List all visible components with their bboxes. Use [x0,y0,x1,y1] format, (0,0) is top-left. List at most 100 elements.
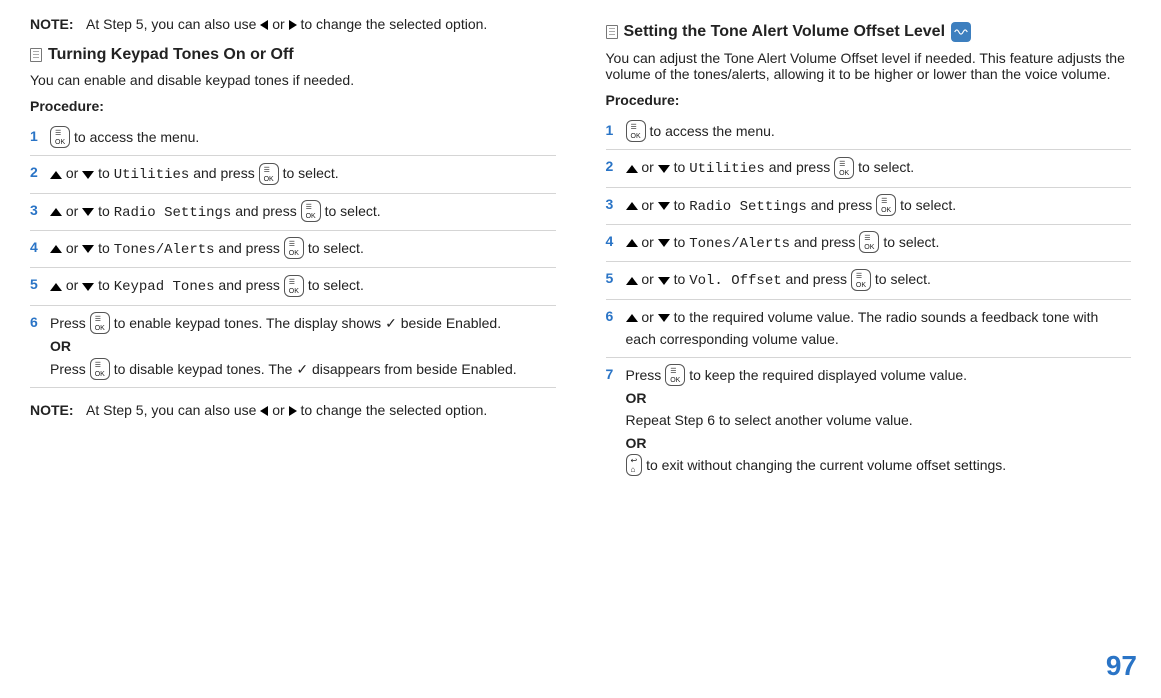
section-title-text: Turning Keypad Tones On or Off [48,46,294,64]
menu-name: Tones/Alerts [114,242,215,258]
step-row: 2 or to Utilities and press to select. [606,150,1132,187]
step-number: 1 [30,126,50,144]
intro-text: You can adjust the Tone Alert Volume Off… [606,50,1132,82]
note-fragment: to change the selected option. [300,402,487,418]
menu-name: Vol. Offset [689,273,781,289]
step-number: 6 [606,306,626,324]
menu-name: Radio Settings [689,199,807,215]
note-text: At Step 5, you can also use or to change… [86,402,556,418]
text-fragment: to access the menu. [650,123,775,139]
text-fragment: to select. [308,240,364,256]
step-row: 5 or to Keypad Tones and press to select… [30,268,556,305]
ok-button-icon [259,163,279,185]
text-fragment: and press [769,159,834,175]
up-arrow-icon [626,277,638,285]
procedure-label: Procedure: [30,98,556,114]
note-text: At Step 5, you can also use or to change… [86,16,556,32]
text-fragment: to [98,165,114,181]
ok-button-icon [834,157,854,179]
text-fragment: to select. [883,234,939,250]
text-fragment: or [66,203,82,219]
step-text: or to the required volume value. The rad… [626,306,1132,351]
step-number: 1 [606,120,626,138]
text-fragment: or [66,277,82,293]
text-fragment: or [641,234,657,250]
step-text: or to Vol. Offset and press to select. [626,268,1132,292]
up-arrow-icon [626,165,638,173]
down-arrow-icon [658,314,670,322]
step-number: 3 [606,194,626,212]
step-number: 2 [30,162,50,180]
text-fragment: beside Enabled. [401,315,501,331]
text-fragment: to [674,271,690,287]
right-arrow-icon [289,20,297,30]
text-fragment: to [674,197,690,213]
ok-button-icon [626,120,646,142]
up-arrow-icon [50,171,62,179]
section-title-text: Setting the Tone Alert Volume Offset Lev… [624,23,946,41]
text-fragment: and press [811,197,876,213]
up-arrow-icon [626,202,638,210]
down-arrow-icon [82,171,94,179]
text-fragment: to keep the required displayed volume va… [689,367,967,383]
down-arrow-icon [82,283,94,291]
text-fragment: or [641,159,657,175]
text-fragment: Repeat Step 6 to select another volume v… [626,412,913,428]
back-button-icon [626,454,643,476]
section-title-keypad-tones: Turning Keypad Tones On or Off [30,46,556,64]
step-text: to access the menu. [626,120,1132,143]
text-fragment: and press [218,277,283,293]
step-row: 5 or to Vol. Offset and press to select. [606,262,1132,299]
down-arrow-icon [82,208,94,216]
text-fragment: to [98,203,114,219]
down-arrow-icon [82,245,94,253]
down-arrow-icon [658,202,670,210]
step-row: 2 or to Utilities and press to select. [30,156,556,193]
section-title-volume-offset: Setting the Tone Alert Volume Offset Lev… [606,22,1132,42]
text-fragment: to select. [308,277,364,293]
page-content: NOTE: At Step 5, you can also use or to … [0,0,1161,493]
page-number: 97 [1106,650,1137,682]
left-column: NOTE: At Step 5, you can also use or to … [30,10,556,483]
text-fragment: or [641,309,657,325]
ok-button-icon [851,269,871,291]
text-fragment: to the required volume value. The radio … [626,309,1099,347]
step-number: 5 [30,274,50,292]
ok-button-icon [90,358,110,380]
menu-name: Utilities [689,161,765,177]
step-text: or to Radio Settings and press to select… [50,200,556,224]
step-number: 2 [606,156,626,174]
text-fragment: or [641,197,657,213]
up-arrow-icon [50,283,62,291]
intro-text: You can enable and disable keypad tones … [30,72,556,88]
step-text: or to Tones/Alerts and press to select. [50,237,556,261]
up-arrow-icon [50,208,62,216]
step-number: 5 [606,268,626,286]
note-label: NOTE: [30,16,86,32]
step-number: 6 [30,312,50,330]
document-icon [606,25,618,39]
step-row: 6 Press to enable keypad tones. The disp… [30,306,556,388]
text-fragment: or [641,271,657,287]
step-text: or to Radio Settings and press to select… [626,194,1132,218]
text-fragment: to exit without changing the current vol… [646,457,1006,473]
note-fragment: or [272,16,288,32]
checkmark-icon: ✓ [296,361,308,377]
text-fragment: to select. [325,203,381,219]
text-fragment: Press [50,361,90,377]
right-arrow-icon [289,406,297,416]
text-fragment: to [674,159,690,175]
step-text: Press to enable keypad tones. The displa… [50,312,556,381]
text-fragment: to [98,277,114,293]
step-row: 4 or to Tones/Alerts and press to select… [30,231,556,268]
ok-button-icon [284,237,304,259]
ok-button-icon [284,275,304,297]
up-arrow-icon [626,239,638,247]
ok-button-icon [301,200,321,222]
ok-button-icon [50,126,70,148]
step-row: 3 or to Radio Settings and press to sele… [30,194,556,231]
step-number: 3 [30,200,50,218]
note-bottom: NOTE: At Step 5, you can also use or to … [30,402,556,418]
menu-name: Utilities [114,167,190,183]
note-fragment: At Step 5, you can also use [86,402,260,418]
